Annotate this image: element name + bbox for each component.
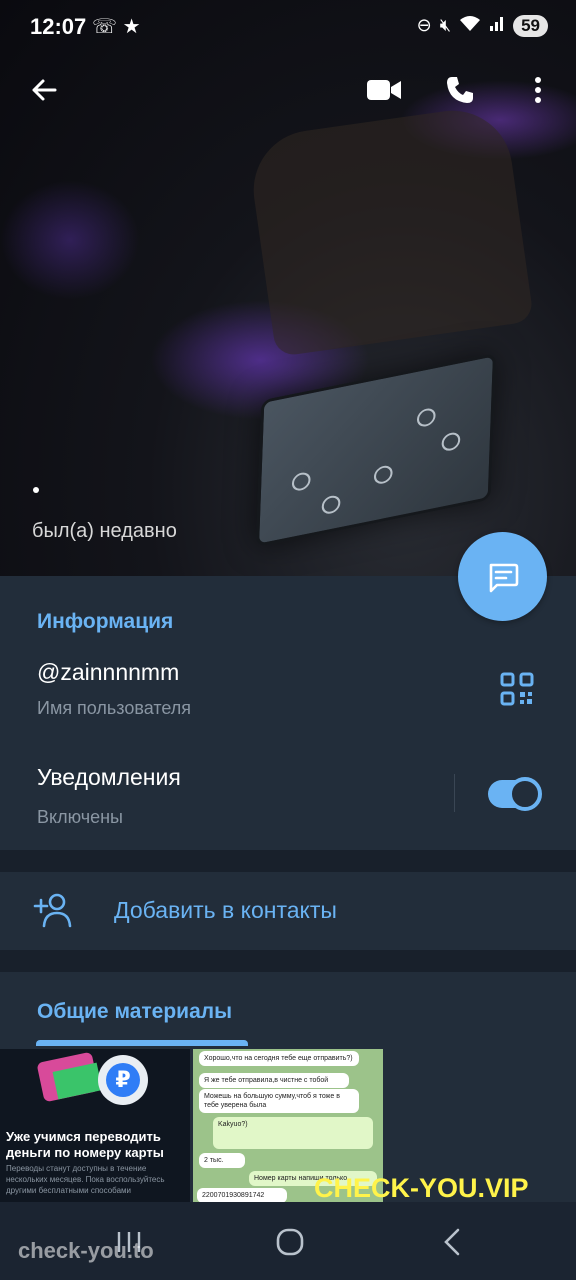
qr-code-button[interactable] xyxy=(500,672,536,708)
info-title: Информация xyxy=(37,610,174,633)
shared-media-title: Общие материалы xyxy=(37,1000,233,1023)
last-seen-status: был(а) недавно xyxy=(32,520,177,542)
profile-photo[interactable] xyxy=(0,0,576,576)
notifications-label: Уведомления xyxy=(37,764,181,790)
ruble-icon: ₽ xyxy=(98,1055,148,1105)
media-title: Уже учимся переводить деньги по номеру к… xyxy=(6,1129,164,1160)
photo-glow xyxy=(0,180,140,300)
star-icon: ★ xyxy=(122,16,141,38)
notifications-value: Включены xyxy=(37,807,123,827)
status-time: 12:07 xyxy=(30,14,87,39)
message-button[interactable] xyxy=(458,532,547,621)
video-call-icon xyxy=(367,80,401,100)
chat-bubble: Я же тебе отправила,в чистне с тобой xyxy=(199,1073,349,1088)
video-call-button[interactable] xyxy=(362,68,406,112)
battery-indicator: 59 xyxy=(513,14,548,37)
status-right-icons: ⊖ 🔇︎ 59 xyxy=(417,14,548,37)
watermark: check-you.to xyxy=(18,1238,154,1263)
back-button[interactable] xyxy=(22,68,66,112)
chat-bubble: 2200701930891742 xyxy=(197,1188,287,1202)
home-button[interactable] xyxy=(276,1228,304,1261)
media-subtitle: Переводы станут доступны в течение неско… xyxy=(6,1164,165,1195)
home-icon xyxy=(276,1228,304,1256)
qr-code-icon xyxy=(500,672,534,706)
chat-bubble: Kakyuo?) xyxy=(213,1117,373,1149)
chevron-left-icon xyxy=(444,1228,460,1256)
more-vertical-icon xyxy=(535,77,541,103)
username-value: @zainnnnmm xyxy=(37,659,180,685)
chat-bubble: 2 тыс. xyxy=(199,1153,245,1168)
more-button[interactable] xyxy=(516,68,560,112)
chat-bubble: Хорошо,что на сегодня тебе еще отправить… xyxy=(199,1051,359,1066)
mute-icon: 🔇︎ xyxy=(439,15,452,35)
arrow-left-icon xyxy=(32,79,57,101)
dnd-icon: ⊖ xyxy=(416,15,432,35)
back-nav-button[interactable] xyxy=(442,1228,462,1261)
section-gap xyxy=(0,950,576,972)
photo-page-indicator xyxy=(33,487,39,493)
message-icon xyxy=(489,563,518,592)
tab-indicator xyxy=(36,1040,248,1046)
watermark: CHECK-YOU.VIP xyxy=(314,1173,529,1203)
add-user-icon xyxy=(33,893,72,928)
notifications-toggle[interactable] xyxy=(488,777,542,811)
divider xyxy=(454,774,455,812)
media-thumbnail[interactable]: ₽ Уже учимся переводить деньги по номеру… xyxy=(0,1049,190,1202)
missed-call-icon: ☏ xyxy=(92,16,118,38)
toggle-knob xyxy=(508,777,542,811)
add-contact-label: Добавить в контакты xyxy=(114,897,337,923)
section-gap xyxy=(0,850,576,872)
status-bar: 12:07 ☏ ★ ⊖ 🔇︎ 59 xyxy=(0,0,576,54)
chat-bubble: Можешь на большую сумму,чтоб я тоже в те… xyxy=(199,1089,359,1113)
photo-seat xyxy=(245,102,535,358)
signal-icon xyxy=(489,15,505,36)
status-left-icons: ☏ ★ xyxy=(92,14,141,39)
add-contact-row[interactable]: Добавить в контакты xyxy=(0,872,576,950)
username-label: Имя пользователя xyxy=(37,698,192,718)
call-button[interactable] xyxy=(438,68,482,112)
wifi-icon xyxy=(459,14,481,37)
phone-icon xyxy=(447,77,473,103)
